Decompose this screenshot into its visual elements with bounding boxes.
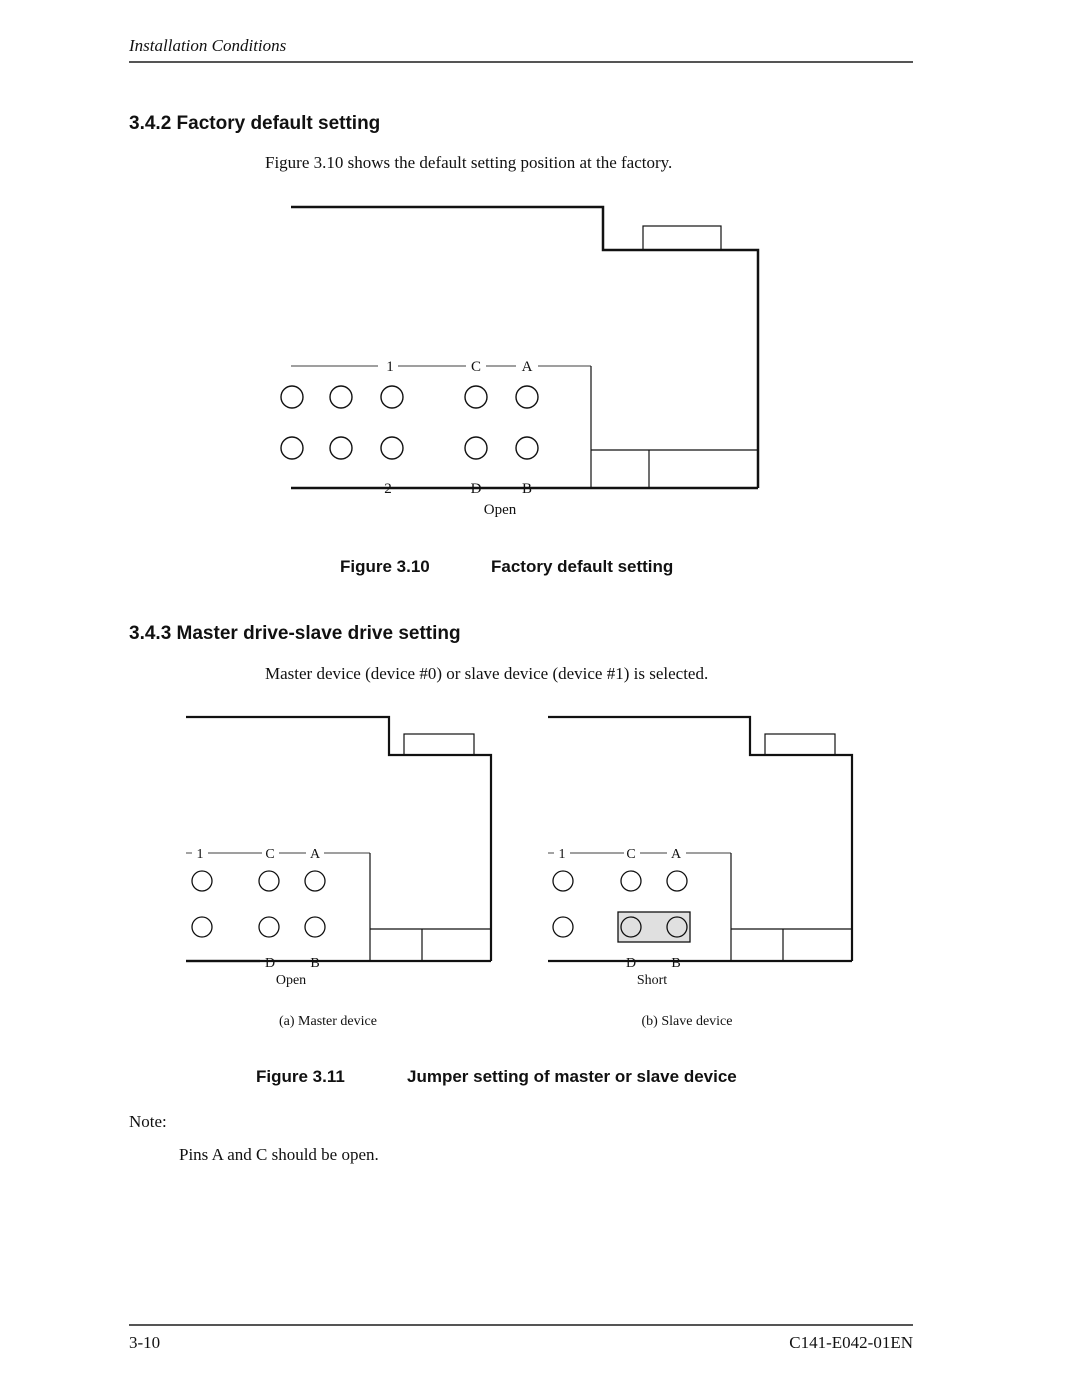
label-pin-d: D [265,956,275,971]
pin [620,870,642,892]
pin [515,385,539,409]
label-pin-a: A [310,847,321,862]
label-pin-2: 2 [384,481,392,497]
figure-3-11b-drawing: 1 C A D B Short (b) Slave device [548,715,854,1029]
connector-block [764,733,836,756]
pin [304,870,326,892]
subcaption: (a) Master device [279,1014,377,1029]
pin [280,436,304,460]
label-pin-b: B [671,956,680,971]
pin [191,870,213,892]
note-text: Pins A and C should be open. [179,1145,379,1164]
label-pin-d: D [626,956,636,971]
pin [258,916,280,938]
pin [191,916,213,938]
label-pin-1: 1 [559,847,566,862]
pin-array [280,385,539,460]
label-pin-b: B [310,956,319,971]
pin [380,436,404,460]
figure-3-11a-drawing: 1 C A D B Open (a) Master device [186,715,493,1029]
connector-block [642,225,722,251]
pin [304,916,326,938]
pin [380,385,404,409]
pin [515,436,539,460]
page-number: 3-10 [129,1333,161,1352]
pin-labels: 1 C A 2 D B Open [384,359,532,518]
pin [552,870,574,892]
note-label: Note: [129,1112,167,1131]
pin [280,385,304,409]
label-pin-a: A [671,847,682,862]
label-pin-c: C [471,359,481,375]
subcaption: (b) Slave device [642,1014,733,1029]
board-top-edge [291,205,760,488]
figure-3-10-caption: Factory default setting [491,557,674,576]
pin [329,436,353,460]
pin [552,916,574,938]
label-pin-a: A [522,359,533,375]
pin-array [191,870,326,938]
pin [329,385,353,409]
drive-outline [291,205,760,490]
pin [464,385,488,409]
board-top-edge [186,715,493,961]
label-pin-1: 1 [197,847,204,862]
footer-rule [129,1324,913,1326]
label-pin-c: C [265,847,274,862]
state-label: Short [637,973,667,988]
pin [666,870,688,892]
pin [258,870,280,892]
label-pin-1: 1 [386,359,394,375]
label-pin-b: B [522,481,532,497]
pin [464,436,488,460]
section-body-3-4-3: Master device (device #0) or slave devic… [265,664,709,683]
connector-block [403,733,475,756]
label-pin-d: D [471,481,482,497]
jumper-shunt [617,911,691,943]
document-code: C141-E042-01EN [789,1333,913,1352]
figure-3-10-number: Figure 3.10 [340,557,430,576]
state-label: Open [276,973,306,988]
figure-3-11-number: Figure 3.11 [256,1067,345,1086]
board-top-edge [548,715,854,961]
figure-3-10-drawing: 1 C A 2 D B Open 1 C A D B Open (a) Mast… [186,205,854,1029]
state-label: Open [484,502,517,518]
label-pin-c: C [626,847,635,862]
section-heading-3-4-3: 3.4.3 Master drive-slave drive setting [129,623,461,644]
figure-3-11-caption: Jumper setting of master or slave device [407,1067,737,1086]
